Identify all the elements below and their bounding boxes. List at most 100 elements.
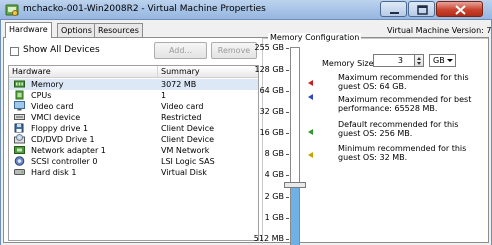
memory-scale-label: 255 GB [254, 43, 285, 52]
hardware-summary: Client Device [161, 124, 215, 133]
memory-scale-label: 64 GB [259, 86, 284, 95]
hardware-row-floppy-drive[interactable]: Floppy drive 1 Client Device [9, 123, 258, 134]
hardware-row-scsi-controller[interactable]: SCSI controller 0 LSI Logic SAS [9, 156, 258, 167]
memory-slider-thumb[interactable] [284, 181, 306, 188]
min-recommended-marker [308, 152, 313, 158]
memory-scale-tick [286, 48, 289, 49]
spin-up-icon[interactable] [417, 57, 421, 60]
maximize-icon [417, 5, 428, 15]
memory-scale-tick [286, 218, 289, 219]
hardware-summary: 1 [161, 91, 167, 100]
legend-min-recommended: Minimum recommended for this guest OS: 3… [338, 144, 466, 162]
column-divider[interactable] [157, 66, 158, 78]
memory-scale-label: 16 GB [259, 128, 284, 137]
hardware-row-vmci-device[interactable]: VMCI device Restricted [9, 112, 258, 123]
maximize-button[interactable] [408, 1, 435, 17]
column-header-summary[interactable]: Summary [161, 67, 200, 76]
column-header-hardware[interactable]: Hardware [12, 67, 51, 76]
legend-line: performance: 65528 MB. [338, 104, 438, 113]
max-guest-os-marker [308, 80, 313, 86]
memory-scale-tick [286, 239, 289, 240]
window-title: mchacko-001-Win2008R2 - Virtual Machine … [23, 4, 266, 14]
memory-scale-label: 32 GB [259, 107, 284, 116]
dialog-body: Hardware Options Resources Virtual Machi… [0, 20, 492, 245]
legend-line: guest OS: 256 MB. [338, 129, 413, 138]
cd-dvd-drive-icon [14, 134, 25, 144]
chevron-down-icon [447, 59, 453, 62]
hardware-row-hard-disk[interactable]: Hard disk 1 Virtual Disk [9, 167, 258, 178]
hardware-name: CPUs [31, 91, 52, 100]
hardware-list: Hardware Summary Memory 3072 MB CPUs 1 V… [8, 65, 259, 241]
legend-line: Maximum recommended for this [338, 73, 469, 82]
memory-scale-label: 512 MB [253, 234, 284, 243]
hardware-name: Hard disk 1 [31, 168, 77, 177]
memory-scale-label: 128 GB [254, 65, 285, 74]
hardware-name: VMCI device [31, 113, 81, 122]
hardware-name: Network adapter 1 [31, 146, 106, 155]
hardware-name: SCSI controller 0 [31, 157, 98, 166]
memory-scale-tick [286, 133, 289, 134]
hardware-row-video-card[interactable]: Video card Video card [9, 101, 258, 112]
hardware-name: Memory [31, 80, 64, 89]
close-button[interactable] [436, 1, 483, 17]
tab-resources[interactable]: Resources [94, 23, 143, 37]
memory-size-spinner[interactable] [415, 54, 424, 67]
memory-configuration-label: Memory Configuration [268, 33, 362, 42]
memory-unit-select[interactable]: GB [429, 54, 456, 67]
memory-scale[interactable]: 255 GB 128 GB 64 GB 32 GB 16 GB 8 GB 4 GB 2 GB 1… [254, 43, 306, 245]
add-button[interactable]: Add... [154, 42, 207, 59]
hardware-summary: LSI Logic SAS [161, 157, 215, 166]
memory-unit-value: GB [433, 56, 445, 65]
hardware-summary: Restricted [161, 113, 202, 122]
legend-line: Default recommended for this [338, 120, 459, 129]
show-all-devices-checkbox[interactable] [10, 47, 19, 56]
hardware-row-network-adapter[interactable]: Network adapter 1 VM Network [9, 145, 258, 156]
memory-scale-label: 4 GB [264, 170, 284, 179]
remove-button[interactable]: Remove [211, 42, 257, 59]
legend-line: Minimum recommended for this [338, 144, 467, 153]
legend-line: guest OS: 32 MB. [338, 153, 408, 162]
minimize-button[interactable] [380, 1, 407, 17]
tab-options[interactable]: Options [57, 23, 96, 37]
default-recommended-marker [308, 129, 313, 135]
legend-line: Maximum recommended for best [338, 95, 472, 104]
hardware-name: Video card [31, 102, 74, 111]
tab-hardware[interactable]: Hardware [5, 22, 52, 38]
hardware-row-cd-dvd-drive[interactable]: CD/DVD Drive 1 Client Device [9, 134, 258, 145]
memory-scale-tick [286, 197, 289, 198]
hardware-summary: Video card [161, 102, 204, 111]
memory-scale-label: 1 GB [264, 213, 284, 222]
hard-disk-icon [14, 169, 25, 175]
video-card-icon [14, 101, 25, 111]
memory-scale-label: 2 GB [264, 192, 284, 201]
hardware-name: Floppy drive 1 [31, 124, 89, 133]
legend-max-best-performance: Maximum recommended for best performance… [338, 95, 471, 113]
spin-down-icon[interactable] [417, 62, 421, 65]
memory-scale-tick [286, 70, 289, 71]
show-all-devices-label[interactable]: Show All Devices [23, 45, 100, 55]
legend-line: guest OS: 64 GB. [338, 82, 407, 91]
memory-scale-tick [286, 175, 289, 176]
hardware-name: CD/DVD Drive 1 [31, 135, 95, 144]
floppy-drive-icon [14, 123, 24, 133]
memory-scale-tick [286, 154, 289, 155]
hardware-summary: Client Device [161, 135, 215, 144]
network-adapter-icon [14, 146, 25, 154]
memory-slider-fill [291, 184, 299, 245]
max-best-performance-marker [308, 94, 313, 100]
memory-scale-tick [286, 91, 289, 92]
hardware-summary: Virtual Disk [161, 168, 207, 177]
hardware-row-memory[interactable]: Memory 3072 MB [9, 79, 258, 90]
hardware-summary: 3072 MB [161, 80, 197, 89]
memory-scale-tick [286, 112, 289, 113]
cpu-icon [15, 90, 24, 100]
hardware-list-header: Hardware Summary [9, 66, 258, 78]
memory-size-input[interactable]: 3 [373, 54, 415, 67]
window-title-bar: mchacko-001-Win2008R2 - Virtual Machine … [0, 0, 492, 20]
hardware-row-cpus[interactable]: CPUs 1 [9, 90, 258, 101]
scsi-controller-icon [14, 156, 25, 166]
vm-version-label: Virtual Machine Version: 7 [387, 26, 492, 35]
legend-default-recommended: Default recommended for this guest OS: 2… [338, 120, 458, 138]
legend-max-guest-os: Maximum recommended for this guest OS: 6… [338, 73, 469, 91]
minimize-icon [390, 12, 399, 14]
